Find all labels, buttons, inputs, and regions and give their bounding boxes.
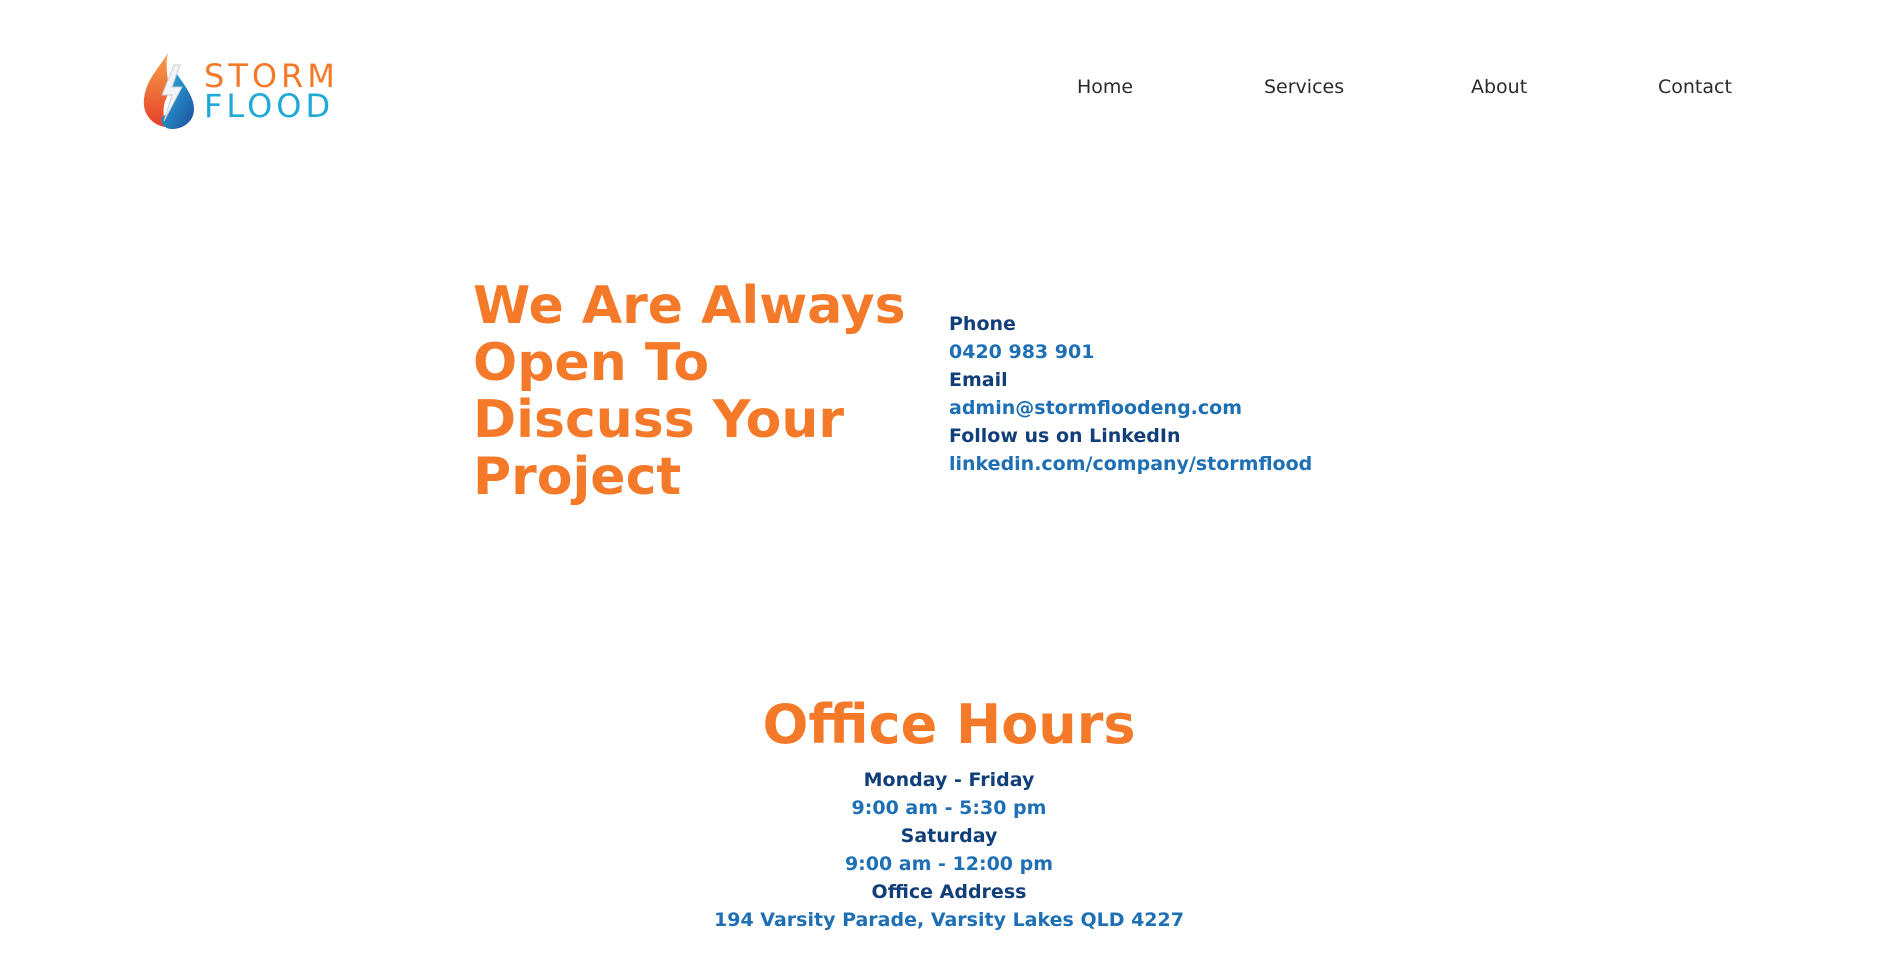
office-hours-title: Office Hours — [762, 693, 1136, 756]
office-address-label: Office Address — [871, 881, 1027, 903]
linkedin-link[interactable]: linkedin.com/company/stormflood — [949, 450, 1312, 478]
weekday-hours: 9:00 am - 5:30 pm — [851, 797, 1047, 819]
phone-label: Phone — [949, 313, 1016, 335]
page: STORM FLOOD Home Services About Contact … — [0, 0, 1902, 957]
office-address: 194 Varsity Parade, Varsity Lakes QLD 42… — [714, 909, 1184, 931]
phone-link[interactable]: 0420 983 901 — [949, 338, 1312, 366]
nav-contact-link[interactable]: Contact — [1658, 76, 1732, 98]
office-hours-list: Monday - Friday 9:00 am - 5:30 pm Saturd… — [0, 766, 1898, 934]
logo-wordmark-flood: FLOOD — [204, 87, 335, 125]
saturday-label: Saturday — [900, 825, 998, 847]
email-label: Email — [949, 369, 1008, 391]
weekday-label: Monday - Friday — [863, 769, 1035, 791]
contact-details: Phone 0420 983 901 Email admin@stormfloo… — [949, 310, 1312, 478]
linkedin-label: Follow us on LinkedIn — [949, 425, 1181, 447]
site-logo[interactable]: STORM FLOOD — [140, 48, 390, 134]
office-hours-section: Office Hours Monday - Friday 9:00 am - 5… — [0, 690, 1898, 934]
nav-about-link[interactable]: About — [1471, 76, 1527, 98]
email-link[interactable]: admin@stormfloodeng.com — [949, 394, 1312, 422]
contact-headline: We Are Always Open To Discuss Your Proje… — [473, 276, 906, 507]
saturday-hours: 9:00 am - 12:00 pm — [844, 853, 1054, 875]
nav-services-link[interactable]: Services — [1264, 76, 1344, 98]
flame-drop-lightning-logo-icon — [143, 53, 194, 129]
nav-home-link[interactable]: Home — [1077, 76, 1133, 98]
